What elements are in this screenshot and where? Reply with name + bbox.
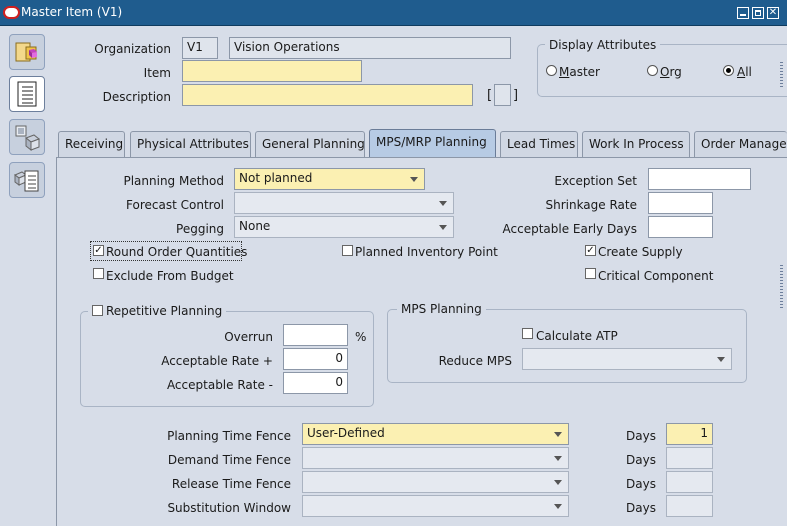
all-radio[interactable] <box>723 65 734 76</box>
critical-component-label: Critical Component <box>598 269 714 283</box>
resize-handle[interactable] <box>780 265 783 310</box>
mps-planning-title: MPS Planning <box>397 302 486 316</box>
repetitive-planning-checkbox[interactable] <box>92 305 103 316</box>
planned-inventory-point-checkbox[interactable] <box>342 245 353 256</box>
demand-time-fence-days-field[interactable] <box>666 447 713 469</box>
planning-time-fence-label: Planning Time Fence <box>167 429 291 443</box>
org-radio-label: Org <box>660 65 682 79</box>
exclude-from-budget-label: Exclude From Budget <box>106 269 234 283</box>
calculate-atp-label: Calculate ATP <box>536 329 618 343</box>
tab-physical-attributes[interactable]: Physical Attributes <box>130 131 251 157</box>
pegging-select[interactable]: None <box>234 216 454 238</box>
tab-general-planning[interactable]: General Planning <box>255 131 365 157</box>
item-org-icon <box>15 125 40 152</box>
exception-set-field[interactable] <box>648 168 751 190</box>
planning-method-label: Planning Method <box>123 174 224 188</box>
tab-receiving[interactable]: Receiving <box>58 131 125 157</box>
acceptable-early-days-label: Acceptable Early Days <box>502 222 637 236</box>
overrun-label: Overrun <box>224 330 273 344</box>
document-list-button[interactable] <box>9 76 45 112</box>
minimize-icon[interactable] <box>737 7 749 19</box>
reduce-mps-label: Reduce MPS <box>438 354 512 368</box>
shrinkage-rate-field[interactable] <box>648 192 713 214</box>
resize-handle[interactable] <box>780 62 783 88</box>
release-time-fence-label: Release Time Fence <box>171 477 291 491</box>
folder-3d-button[interactable] <box>9 34 45 70</box>
description-label: Description <box>102 90 171 104</box>
tab-mps-mrp-planning[interactable]: MPS/MRP Planning <box>369 129 496 157</box>
demand-time-fence-label: Demand Time Fence <box>167 453 291 467</box>
description-field[interactable] <box>182 84 473 106</box>
acceptable-rate-minus-label: Acceptable Rate - <box>166 378 273 392</box>
org-radio[interactable] <box>647 65 658 76</box>
overrun-field[interactable] <box>283 324 348 346</box>
document-list-icon <box>17 81 37 107</box>
release-time-fence-days-field[interactable] <box>666 471 713 493</box>
tab-order-management[interactable]: Order Manage <box>694 131 787 157</box>
shrinkage-rate-label: Shrinkage Rate <box>545 198 637 212</box>
exception-set-label: Exception Set <box>554 174 637 188</box>
substitution-window-days-field[interactable] <box>666 495 713 517</box>
folder-3d-icon <box>15 42 37 62</box>
oracle-logo-icon <box>3 6 20 19</box>
release-time-fence-select[interactable] <box>302 471 569 493</box>
release-days-label: Days <box>626 477 656 491</box>
repetitive-planning-title: Repetitive Planning <box>88 304 227 318</box>
reduce-mps-select[interactable] <box>522 348 732 370</box>
catalog-button[interactable] <box>9 162 45 198</box>
substitution-window-select[interactable] <box>302 495 569 517</box>
window-title-bar: Master Item (V1) ✕ <box>0 0 787 26</box>
planning-time-fence-select[interactable]: User-Defined <box>302 423 569 445</box>
catalog-icon <box>14 170 39 192</box>
round-order-quantities-label: Round Order Quantities <box>106 245 248 259</box>
acceptable-early-days-field[interactable] <box>648 216 713 238</box>
window-title: Master Item (V1) <box>21 5 123 19</box>
pegging-label: Pegging <box>176 222 224 236</box>
master-radio[interactable] <box>546 65 557 76</box>
all-radio-label: All <box>737 65 752 79</box>
maximize-icon[interactable] <box>752 7 764 19</box>
create-supply-label: Create Supply <box>598 245 683 259</box>
mps-planning-group <box>387 309 747 383</box>
planning-days-label: Days <box>626 429 656 443</box>
flex-bracket-close: ] <box>513 88 519 103</box>
tab-lead-times[interactable]: Lead Times <box>500 131 578 157</box>
calculate-atp-checkbox[interactable] <box>522 328 533 339</box>
planned-inventory-point-label: Planned Inventory Point <box>355 245 498 259</box>
item-field[interactable] <box>182 60 362 82</box>
overrun-unit: % <box>355 330 367 344</box>
demand-days-label: Days <box>626 453 656 467</box>
exclude-from-budget-checkbox[interactable] <box>93 268 104 279</box>
round-order-quantities-checkbox[interactable]: ✓ <box>93 245 104 256</box>
descriptive-flexfield[interactable] <box>494 84 511 106</box>
acceptable-rate-plus-field[interactable]: 0 <box>283 348 348 370</box>
tab-work-in-process[interactable]: Work In Process <box>582 131 690 157</box>
acceptable-rate-plus-label: Acceptable Rate + <box>161 354 273 368</box>
display-attributes-title: Display Attributes <box>545 38 661 52</box>
close-icon[interactable]: ✕ <box>767 7 779 19</box>
item-org-button[interactable] <box>9 119 45 155</box>
organization-label: Organization <box>94 42 171 56</box>
forecast-control-select[interactable] <box>234 192 454 214</box>
demand-time-fence-select[interactable] <box>302 447 569 469</box>
substitution-window-label: Substitution Window <box>167 501 291 515</box>
critical-component-checkbox[interactable] <box>585 268 596 279</box>
acceptable-rate-minus-field[interactable]: 0 <box>283 372 348 394</box>
forecast-control-label: Forecast Control <box>126 198 224 212</box>
organization-name-field[interactable]: Vision Operations <box>229 37 511 59</box>
item-label: Item <box>143 66 171 80</box>
substitution-days-label: Days <box>626 501 656 515</box>
planning-time-fence-days-field[interactable]: 1 <box>666 423 713 445</box>
organization-code-field[interactable]: V1 <box>182 37 218 59</box>
left-toolbar <box>0 26 50 526</box>
flex-bracket-open: [ <box>487 88 493 103</box>
planning-method-select[interactable]: Not planned <box>234 168 425 190</box>
create-supply-checkbox[interactable]: ✓ <box>585 245 596 256</box>
master-radio-label: Master <box>559 65 600 79</box>
